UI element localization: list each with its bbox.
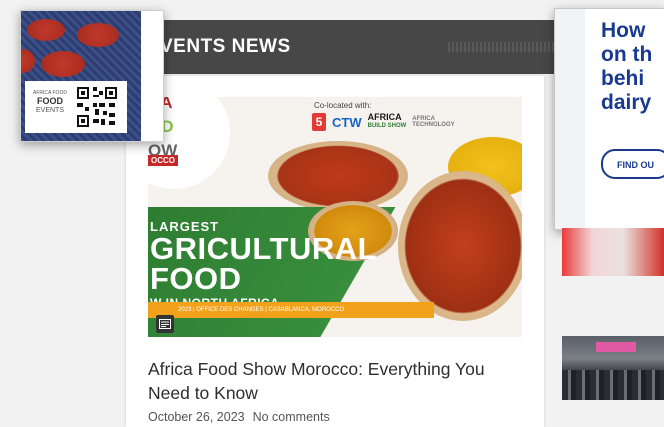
food-logo-main: FOOD [37,96,63,106]
partner-logo-africa-text: AFRICA [367,112,402,122]
qr-code-icon[interactable] [75,85,119,129]
spice-bowl-image [398,171,522,321]
crowd-image [562,370,664,400]
burger-patty-image [41,51,85,77]
food-events-logo: AFRICA FOOD FOOD EVENTS [31,89,69,115]
section-header: VENTS NEWS [148,20,664,74]
ad-popup-food-events[interactable]: AFRICA FOOD FOOD EVENTS [20,10,164,142]
sidebar-article-thumbnail[interactable] [562,336,664,400]
burger-patty-image [77,23,119,47]
morocco-tag: OCCO [148,155,178,166]
partner-logo-ctw: CTW [332,114,362,130]
ad-find-out-button[interactable]: FIND OU [601,149,664,179]
colocated-label: Co-located with: [314,101,372,110]
partner-logo-5: 5 [312,113,326,131]
article-featured-image[interactable]: CA OD OW OCCO Co-located with: 5 CTW AFR… [148,97,522,337]
banner-info-strip: 2023 | OFFICE DES CHANGES | CASABLANCA, … [148,302,434,318]
article-meta: October 26, 2023 No comments [148,410,330,424]
partner-logo-africa-build: AFRICA BUILD SHOW [368,113,407,131]
banner-line-agricultural: GRICULTURAL [150,231,378,266]
article-date: October 26, 2023 [148,410,245,424]
banner-line-food: FOOD [150,261,242,296]
colocated-logos: 5 CTW AFRICA BUILD SHOW AFRICA TECHNOLOG… [312,113,455,131]
newspaper-icon [156,315,174,333]
banner-headline: LARGEST GRICULTURAL FOOD W IN NORTH AFRI… [150,219,377,310]
event-sign-image [596,342,636,352]
partner-logo-build-text: BUILD SHOW [367,123,407,129]
article-title-link[interactable]: Africa Food Show Morocco: Everything You… [148,357,518,405]
partner-logo-tech: AFRICA TECHNOLOGY [412,116,455,128]
burger-patty-image [27,19,65,41]
news-page: VENTS NEWS CA OD OW OCCO Co-located with… [0,0,664,427]
article-comments-link[interactable]: No comments [253,410,330,424]
popup-info-box: AFRICA FOOD FOOD EVENTS [25,81,127,133]
ad-banner-dairy[interactable]: How on th behi dairy FIND OU [554,8,664,230]
sidebar-article-thumbnail[interactable] [562,228,664,276]
section-title: VENTS NEWS [160,36,291,57]
ad-headline: How on th behi dairy [601,19,653,114]
spice-bowl-image [268,141,408,211]
food-logo-bottom: EVENTS [35,107,64,114]
